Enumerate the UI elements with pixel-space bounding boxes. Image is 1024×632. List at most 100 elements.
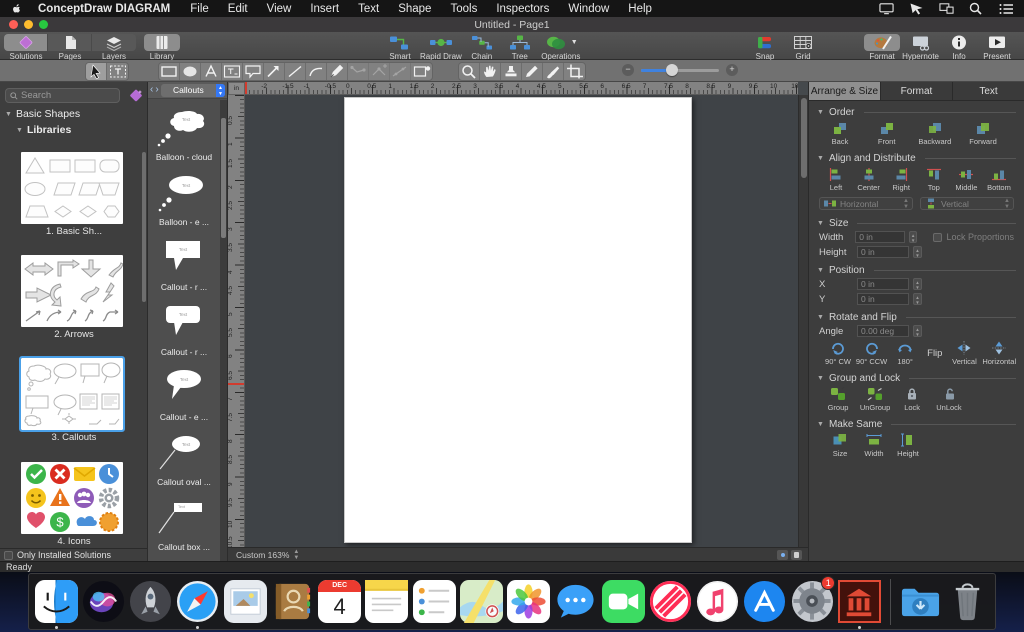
canvas-vertical-scrollbar[interactable] bbox=[798, 95, 808, 547]
crop-tool[interactable] bbox=[564, 63, 585, 80]
front-button[interactable]: Front bbox=[872, 121, 902, 146]
field-input[interactable]: 0 in bbox=[857, 293, 909, 305]
library-shape-callout-r-3[interactable]: TextCallout - r ... bbox=[148, 295, 220, 360]
callout-tool[interactable] bbox=[243, 63, 264, 80]
pen-tool[interactable] bbox=[327, 63, 348, 80]
dock-icon-reminders[interactable] bbox=[412, 579, 456, 624]
sidebar-scrollbar[interactable] bbox=[142, 152, 146, 302]
menu-shape[interactable]: Shape bbox=[398, 3, 431, 15]
middle-button[interactable]: Middle bbox=[951, 167, 981, 192]
dock-icon-news[interactable] bbox=[648, 579, 692, 624]
text-tool[interactable] bbox=[201, 63, 222, 80]
section-position-header[interactable]: ▼Position bbox=[809, 265, 1024, 276]
inspector-tab-format[interactable]: Format bbox=[881, 82, 953, 100]
90-ccw-button[interactable]: 90° CCW bbox=[856, 341, 887, 366]
section-size-header[interactable]: ▼Size bbox=[809, 218, 1024, 229]
left-button[interactable]: Left bbox=[821, 167, 851, 192]
field-input[interactable]: 0 in bbox=[857, 246, 909, 258]
dock-icon-system-preferences[interactable]: 1 bbox=[790, 579, 834, 624]
page-nav-button-2[interactable] bbox=[791, 550, 802, 560]
library-scrollbar[interactable] bbox=[220, 100, 227, 561]
selection-tool[interactable] bbox=[86, 63, 107, 80]
section-order-header[interactable]: ▼Order bbox=[809, 107, 1024, 118]
pointer-icon[interactable] bbox=[909, 2, 924, 15]
section-libraries[interactable]: ▼ Libraries bbox=[16, 124, 71, 136]
solutions-panel-icon[interactable] bbox=[128, 88, 144, 103]
lock-button[interactable]: Lock bbox=[897, 387, 927, 412]
field-input[interactable]: 0 in bbox=[857, 278, 909, 290]
arc-tool[interactable] bbox=[306, 63, 327, 80]
section-rotate-and-flip-header[interactable]: ▼Rotate and Flip bbox=[809, 312, 1024, 323]
dock-icon-trash[interactable] bbox=[946, 579, 990, 624]
lock-proportions-checkbox[interactable] bbox=[933, 233, 942, 242]
unlock-button[interactable]: UnLock bbox=[934, 387, 964, 412]
dock-icon-finder[interactable] bbox=[34, 579, 78, 624]
stepper-icon[interactable]: ▲▼ bbox=[913, 246, 922, 258]
right-button[interactable]: Right bbox=[886, 167, 916, 192]
library-shape-balloon-cloud-0[interactable]: TextBalloon - cloud bbox=[148, 100, 220, 165]
dock-icon-launchpad[interactable] bbox=[129, 579, 173, 624]
section-align-and-distribute-header[interactable]: ▼Align and Distribute bbox=[809, 153, 1024, 164]
toolbar-button-grid[interactable]: Grid bbox=[785, 34, 821, 61]
library-shape-callout-oval-5[interactable]: TextCallout oval ... bbox=[148, 425, 220, 490]
stepper-icon[interactable]: ▲▼ bbox=[913, 278, 922, 290]
pencil-tool[interactable] bbox=[522, 63, 543, 80]
menu-edit[interactable]: Edit bbox=[228, 3, 248, 15]
back-button[interactable]: Back bbox=[825, 121, 855, 146]
toolbar-button-snap[interactable]: Snap bbox=[747, 34, 783, 61]
menu-list-icon[interactable] bbox=[999, 2, 1014, 15]
toolbar-button-layers[interactable]: Layers bbox=[92, 34, 136, 61]
document-page[interactable] bbox=[344, 97, 692, 543]
flip-vertical-button[interactable]: Vertical bbox=[949, 341, 979, 366]
menu-file[interactable]: File bbox=[190, 3, 209, 15]
apple-menu-icon[interactable] bbox=[10, 2, 24, 16]
shape-parameter-tool[interactable] bbox=[411, 63, 432, 80]
dock-icon-calendar[interactable]: DEC4 bbox=[318, 579, 362, 624]
toolbar-button-present[interactable]: Present bbox=[979, 34, 1015, 61]
pan-tool[interactable] bbox=[480, 63, 501, 80]
menu-view[interactable]: View bbox=[267, 3, 292, 15]
stepper-icon[interactable]: ▲▼ bbox=[909, 231, 918, 243]
toolbar-button-operations[interactable]: ▼Operations bbox=[540, 34, 582, 61]
library-shape-callout-box-6[interactable]: TextCallout box ... bbox=[148, 490, 220, 555]
inspector-tab-text[interactable]: Text bbox=[953, 82, 1024, 100]
ellipse-tool[interactable] bbox=[180, 63, 201, 80]
dock-icon-itunes[interactable] bbox=[696, 579, 740, 624]
library-thumbnail-4-icons[interactable]: $ bbox=[21, 462, 123, 534]
zoom-in-button[interactable]: + bbox=[726, 64, 738, 76]
dock-icon-downloads[interactable] bbox=[898, 579, 942, 624]
dock-icon-conceptdraw-diagram[interactable] bbox=[837, 579, 881, 624]
zoom-tool[interactable] bbox=[459, 63, 480, 80]
backward-button[interactable]: Backward bbox=[918, 121, 951, 146]
library-thumbnail-1-basic-sh[interactable] bbox=[21, 152, 123, 224]
zoom-slider-knob[interactable] bbox=[666, 64, 678, 76]
angle-input[interactable]: 0.00 deg bbox=[857, 325, 909, 337]
menu-tools[interactable]: Tools bbox=[450, 3, 477, 15]
field-input[interactable]: 0 in bbox=[855, 231, 905, 243]
toolbar-button-chain[interactable]: Chain bbox=[464, 34, 500, 61]
library-back-button[interactable]: ‹ bbox=[150, 85, 153, 95]
section-group-and-lock-header[interactable]: ▼Group and Lock bbox=[809, 373, 1024, 384]
bottom-button[interactable]: Bottom bbox=[984, 167, 1014, 192]
dock-icon-notes[interactable] bbox=[365, 579, 409, 624]
dock-icon-siri[interactable] bbox=[81, 579, 125, 624]
dock-icon-safari[interactable] bbox=[176, 579, 220, 624]
display-icon[interactable] bbox=[879, 2, 894, 15]
menu-window[interactable]: Window bbox=[568, 3, 609, 15]
zoom-window-button[interactable] bbox=[39, 20, 48, 29]
textbox-tool[interactable] bbox=[222, 63, 243, 80]
drawing-viewport[interactable] bbox=[245, 95, 798, 547]
dock-icon-facetime[interactable] bbox=[601, 579, 645, 624]
zoom-level-dropdown[interactable]: Custom 163% ▲▼ bbox=[236, 549, 299, 561]
group-button[interactable]: Group bbox=[823, 387, 853, 412]
toolbar-button-hypernote[interactable]: Hypernote bbox=[902, 34, 939, 61]
search-input[interactable]: Search bbox=[5, 88, 120, 103]
brush-tool[interactable] bbox=[543, 63, 564, 80]
toolbar-button-format[interactable]: Format bbox=[864, 34, 900, 61]
toolbar-button-smart[interactable]: Smart bbox=[382, 34, 418, 61]
height-button[interactable]: Height bbox=[893, 433, 923, 458]
menu-insert[interactable]: Insert bbox=[310, 3, 339, 15]
text-selection-tool[interactable] bbox=[107, 63, 128, 80]
center-button[interactable]: Center bbox=[854, 167, 884, 192]
zoom-out-button[interactable]: − bbox=[622, 64, 634, 76]
